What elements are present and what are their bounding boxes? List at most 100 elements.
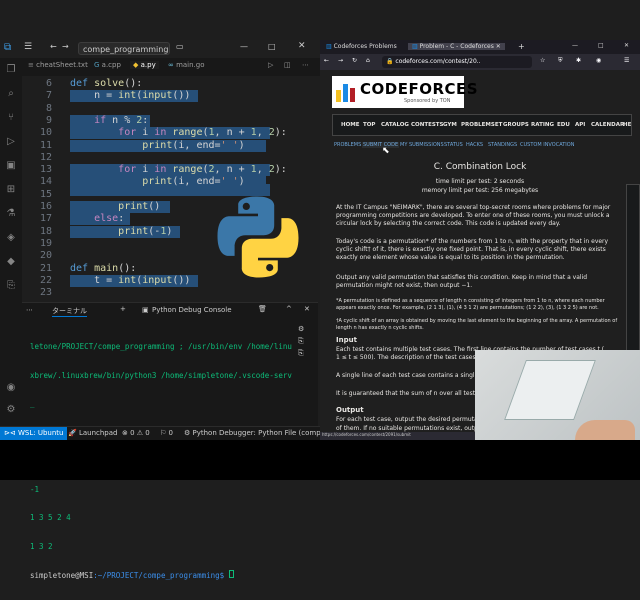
account-icon[interactable]: ◉ (5, 382, 17, 394)
testing-icon[interactable]: ⚗ (5, 208, 17, 220)
nav-api[interactable]: API (575, 122, 585, 128)
reload-icon[interactable]: ↻ (352, 57, 357, 64)
nav-problemset[interactable]: PROBLEMSET (461, 122, 502, 128)
extensions-puzzle-icon[interactable]: ✱ (576, 57, 581, 64)
bottom-panel: ⋯ ターミナル + ▣ Python Debug Console 🗑 ^ ✕ l… (22, 302, 318, 580)
terminal-icon[interactable]: ⎘ (298, 347, 304, 359)
add-terminal-icon[interactable]: + (120, 305, 126, 313)
browser-maximize-icon[interactable]: □ (598, 42, 604, 49)
bottom-black-bar (0, 440, 640, 480)
codeforces-favicon-icon: ▥ (412, 43, 420, 50)
terminal-line: _ (30, 399, 35, 408)
tab-cheatsheet[interactable]: ≡ cheatSheet.txt (28, 61, 88, 69)
problems-item[interactable]: ⊗ 0 ⚠ 0 (122, 429, 150, 437)
run-debug-icon[interactable]: ▷ (5, 136, 17, 148)
line-number: 9 (45, 114, 52, 126)
python-logo-icon (217, 196, 299, 278)
maximize-icon[interactable]: □ (268, 42, 276, 51)
codeforces-logo[interactable]: CODEFORCES Sponsored by TON (332, 76, 478, 108)
terminal-icon[interactable]: ⎘ (298, 335, 304, 347)
nav-forward-icon[interactable]: → (338, 57, 343, 64)
run-icon[interactable]: ▷ (268, 61, 273, 69)
browser-tab-problem-c[interactable]: ▥ Problem - C - Codeforces ✕ (408, 43, 505, 50)
trash-icon[interactable]: 🗑 (258, 305, 267, 313)
nav-groups[interactable]: GROUPS (503, 122, 529, 128)
maximize-panel-icon[interactable]: ^ (286, 305, 292, 313)
panel-more-icon[interactable]: ⋯ (26, 306, 33, 314)
tab-a-cpp[interactable]: G a.cpp (94, 61, 121, 69)
code-line: n = int(input()) (70, 90, 191, 102)
code-line: print(i, end=' ') (142, 176, 245, 188)
tab-a-py[interactable]: ◆ a.py (130, 61, 159, 69)
line-number: 12 (39, 151, 52, 163)
more-actions-icon[interactable]: ⋯ (302, 61, 309, 69)
subnav-status[interactable]: STATUS (444, 142, 463, 148)
mouse-cursor-icon: ⬉ (382, 146, 390, 156)
launchpad-item[interactable]: 🚀 Launchpad (68, 429, 117, 437)
subnav-standings[interactable]: STANDINGS (488, 142, 517, 148)
split-editor-icon[interactable]: ◫ (284, 61, 291, 69)
minimize-icon[interactable]: — (240, 42, 248, 51)
back-icon[interactable]: ← (50, 42, 57, 51)
command-center[interactable]: compe_programming [WS... (78, 42, 170, 55)
subnav-hacks[interactable]: HACKS (466, 142, 483, 148)
tab-label: cheatSheet.txt (36, 61, 88, 69)
ports-item[interactable]: ⚐ 0 (160, 429, 173, 437)
close-tab-icon[interactable]: ✕ (496, 43, 501, 50)
browser-menu-icon[interactable]: ☰ (624, 57, 629, 64)
terminal-instance-name[interactable]: Python Debug Console (152, 306, 232, 314)
input-heading: Input (336, 336, 357, 344)
nav-home[interactable]: HOME (341, 122, 360, 128)
subnav-problems[interactable]: PROBLEMS (334, 142, 361, 148)
nav-edu[interactable]: EDU (557, 122, 570, 128)
home-icon[interactable]: ⌂ (366, 57, 370, 64)
account-icon[interactable]: ◉ (596, 57, 601, 64)
docker-icon[interactable]: ◈ (5, 232, 17, 244)
code-editor[interactable]: 6 def solve(): 7 n = int(input()) 8 9 if n %… (22, 76, 318, 302)
nav-catalog[interactable]: CATALOG (381, 122, 409, 128)
extensions-icon[interactable]: ⊞ (5, 184, 17, 196)
menu-icon[interactable]: ☰ (24, 42, 32, 52)
tab-main-go[interactable]: ∞ main.go (168, 61, 205, 69)
browser-close-icon[interactable]: ✕ (624, 42, 629, 49)
line-number: 23 (39, 287, 52, 299)
nav-help[interactable]: HE (623, 122, 631, 128)
nav-rating[interactable]: RATING (531, 122, 554, 128)
debug-item[interactable]: ⚙ Python Debugger: Python File (compe (184, 429, 325, 437)
tab-label: Codeforces Problems (333, 43, 397, 50)
close-icon[interactable]: ✕ (298, 41, 306, 51)
remote-indicator[interactable]: ⊳⊲ WSL: Ubuntu (0, 427, 68, 440)
new-tab-icon[interactable]: + (518, 42, 525, 51)
remote-explorer-icon[interactable]: ▣ (5, 160, 17, 172)
subnav-custom-invocation[interactable]: CUSTOM INVOCATION (520, 142, 574, 148)
nav-back-icon[interactable]: ← (324, 57, 329, 64)
bookmark-star-icon[interactable]: ☆ (540, 57, 545, 64)
browser-minimize-icon[interactable]: — (572, 42, 578, 49)
nav-top[interactable]: TOP (363, 122, 375, 128)
subnav-submit-code[interactable]: SUBMIT CODE (362, 142, 400, 148)
line-number: 16 (39, 201, 52, 212)
settings-gear-icon[interactable]: ⚙ (5, 404, 17, 416)
address-bar[interactable]: 🔒 codeforces.com/contest/20.. (382, 56, 532, 68)
close-panel-icon[interactable]: ✕ (304, 305, 310, 313)
shield-icon[interactable]: ⛨ (558, 57, 563, 65)
source-control-icon[interactable]: ⑂ (5, 112, 17, 124)
vscode-window: ⧉ ☰ ← → compe_programming [WS... ▭ — □ ✕… (0, 0, 325, 580)
nav-calendar[interactable]: CALENDAR (591, 122, 624, 128)
layout-icon[interactable]: ▭ (176, 42, 184, 51)
terminal-line: letone/PROJECT/compe_programming ; /usr/… (30, 342, 292, 351)
forward-icon[interactable]: → (62, 42, 69, 51)
nav-gym[interactable]: GYM (443, 122, 457, 128)
line-number: 17 (39, 213, 52, 225)
activity-bar: ❐ ⌕ ⑂ ▷ ▣ ⊞ ⚗ ◈ ◆ ⎘ ◉ ⚙ (0, 58, 22, 428)
nav-contests[interactable]: CONTESTS (411, 122, 444, 128)
line-number: 14 (39, 176, 52, 188)
python-icon[interactable]: ◆ (5, 256, 17, 268)
explorer-icon[interactable]: ❐ (5, 64, 17, 76)
search-icon[interactable]: ⌕ (5, 88, 17, 100)
files-icon[interactable]: ⎘ (5, 280, 17, 292)
browser-tab-problems[interactable]: ▥ Codeforces Problems (326, 43, 397, 50)
terminal-icon[interactable]: ⚙ (298, 323, 304, 335)
tab-terminal[interactable]: ターミナル (52, 306, 87, 317)
subnav-my-submissions[interactable]: MY SUBMISSIONS (400, 142, 444, 148)
